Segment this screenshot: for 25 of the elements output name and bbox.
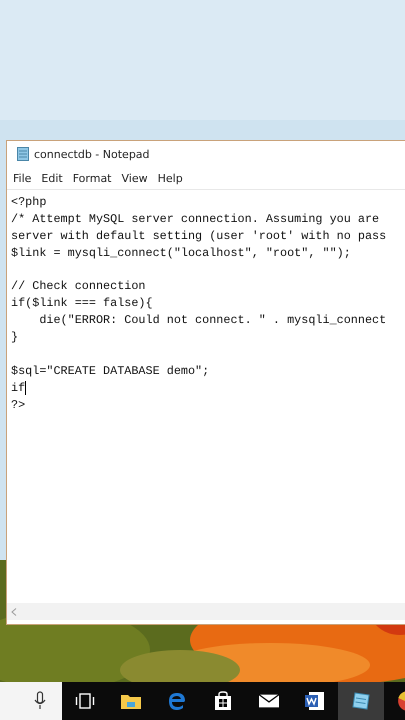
window-title: connectdb - Notepad — [34, 148, 150, 160]
document-app-icon[interactable] — [305, 691, 325, 711]
menu-item[interactable]: File — [8, 172, 36, 184]
code-line: $sql="CREATE DATABASE demo"; — [11, 362, 210, 380]
menu-item[interactable]: Format — [68, 172, 116, 184]
code-line: ?> — [11, 396, 26, 414]
browser-icon[interactable] — [398, 691, 405, 711]
code-line: $link = mysqli_connect("localhost", "root", ""); — [11, 244, 351, 262]
code-line: <?php — [11, 194, 46, 211]
horizontal-scrollbar[interactable] — [7, 603, 405, 620]
code-line: } — [11, 329, 18, 346]
menu-item[interactable]: Help — [152, 172, 188, 184]
code-line: // Check connection — [11, 278, 146, 296]
code-line: if — [11, 380, 26, 397]
code-line: die("ERROR: Could not connect. " . mysqli_connect — [38, 312, 386, 330]
notepad-icon[interactable] — [351, 691, 371, 711]
store-icon[interactable] — [213, 691, 233, 711]
menu-item[interactable]: Edit — [36, 172, 68, 184]
notepad-icon — [17, 147, 29, 161]
task-view-icon[interactable] — [75, 691, 95, 711]
taskbar-button[interactable] — [338, 682, 384, 720]
menu-item[interactable]: View — [116, 172, 153, 184]
code-line: server with default setting (user 'root' with no pass — [11, 228, 386, 245]
code-line: if($link === false){ — [11, 295, 153, 312]
code-line: /* Attempt MySQL server connection. Assuming you are — [11, 210, 380, 228]
